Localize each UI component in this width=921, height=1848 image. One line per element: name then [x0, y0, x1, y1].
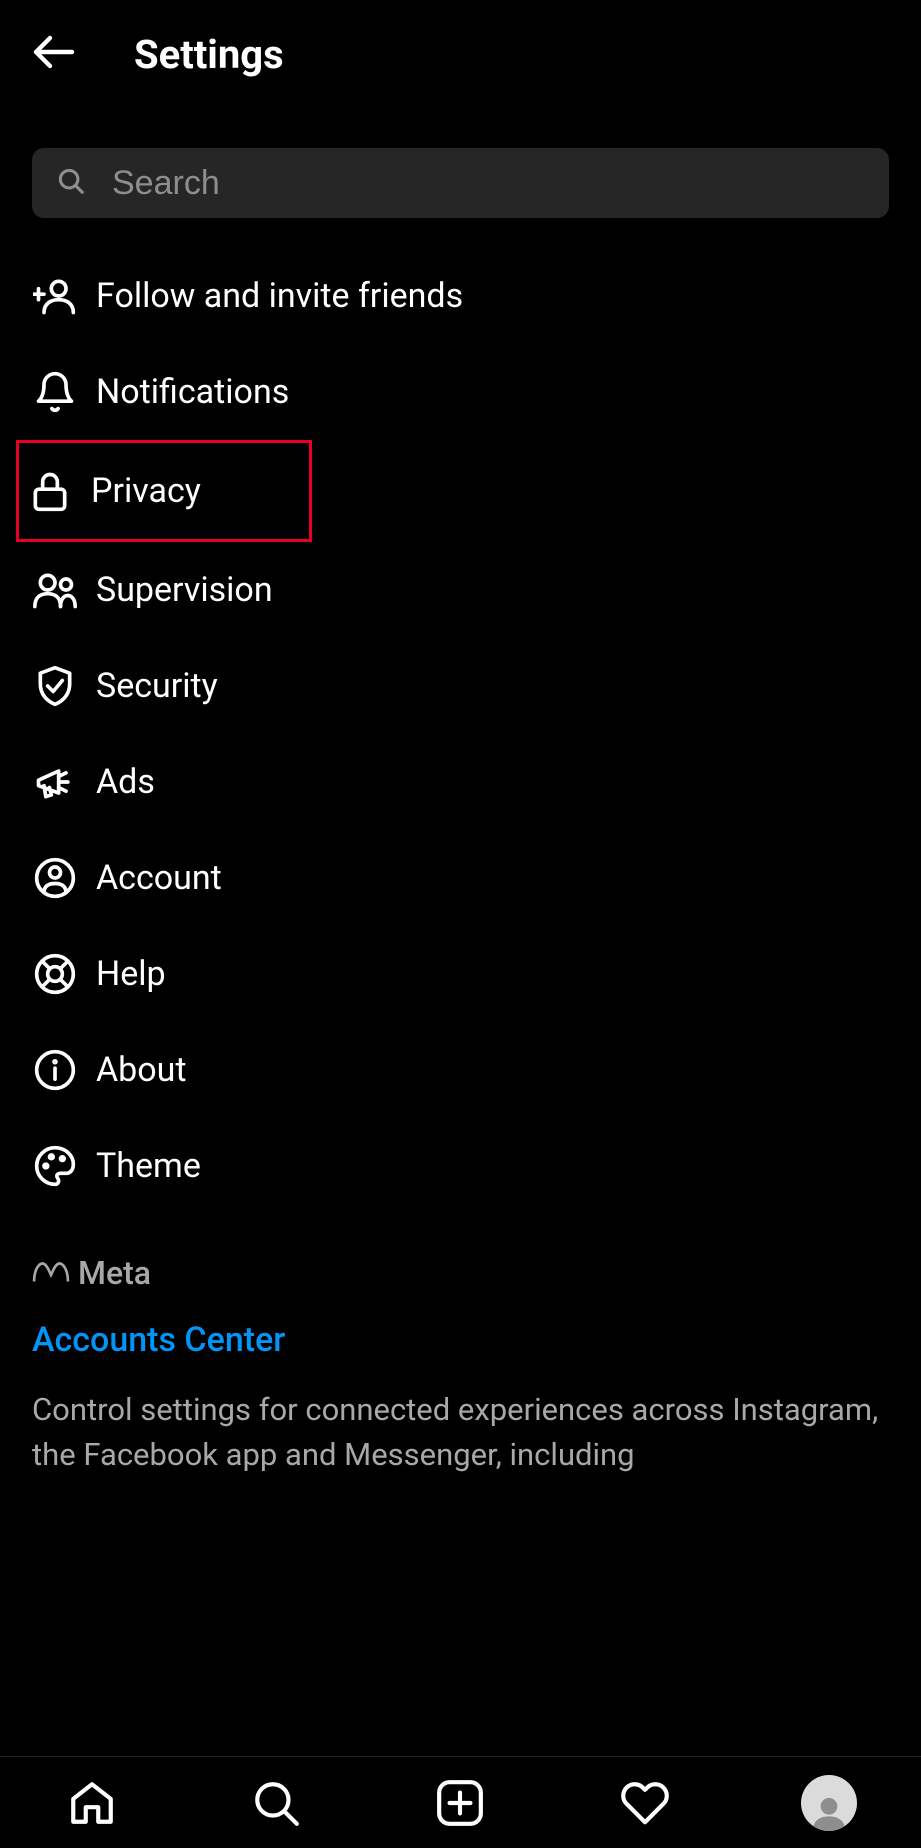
palette-icon — [32, 1143, 78, 1189]
menu-item-privacy[interactable]: Privacy — [16, 440, 312, 542]
menu-label: Account — [96, 858, 222, 898]
avatar — [801, 1775, 857, 1831]
arrow-left-icon — [30, 28, 78, 76]
lock-icon — [27, 468, 73, 514]
user-circle-icon — [32, 855, 78, 901]
info-icon — [32, 1047, 78, 1093]
footer-description: Control settings for connected experienc… — [32, 1388, 889, 1478]
nav-home[interactable] — [64, 1775, 120, 1831]
settings-menu: Follow and invite friends Notifications … — [0, 228, 921, 1214]
nav-activity[interactable] — [617, 1775, 673, 1831]
meta-brand: Meta — [32, 1254, 889, 1292]
plus-square-icon — [435, 1778, 485, 1828]
megaphone-icon — [32, 759, 78, 805]
shield-icon — [32, 663, 78, 709]
menu-label: About — [96, 1050, 187, 1090]
search-icon — [56, 166, 86, 200]
bell-icon — [32, 369, 78, 415]
page-title: Settings — [134, 31, 284, 78]
nav-profile[interactable] — [801, 1775, 857, 1831]
heart-icon — [620, 1778, 670, 1828]
user-icon — [809, 1793, 849, 1831]
search-bar[interactable] — [32, 148, 889, 218]
menu-item-about[interactable]: About — [32, 1022, 889, 1118]
nav-search[interactable] — [248, 1775, 304, 1831]
bottom-nav — [0, 1756, 921, 1848]
menu-label: Follow and invite friends — [96, 276, 463, 316]
menu-item-supervision[interactable]: Supervision — [32, 542, 889, 638]
header: Settings — [0, 0, 921, 108]
people-icon — [32, 567, 78, 613]
menu-item-theme[interactable]: Theme — [32, 1118, 889, 1214]
menu-item-security[interactable]: Security — [32, 638, 889, 734]
menu-item-follow-invite[interactable]: Follow and invite friends — [32, 248, 889, 344]
add-user-icon — [32, 273, 78, 319]
back-button[interactable] — [30, 28, 78, 80]
menu-item-help[interactable]: Help — [32, 926, 889, 1022]
menu-label: Security — [96, 666, 218, 706]
footer-section: Meta Accounts Center Control settings fo… — [0, 1214, 921, 1478]
accounts-center-link[interactable]: Accounts Center — [32, 1320, 889, 1360]
menu-item-notifications[interactable]: Notifications — [32, 344, 889, 440]
menu-label: Ads — [96, 762, 155, 802]
menu-label: Supervision — [96, 570, 273, 610]
menu-label: Notifications — [96, 372, 289, 412]
menu-item-ads[interactable]: Ads — [32, 734, 889, 830]
menu-item-account[interactable]: Account — [32, 830, 889, 926]
nav-create[interactable] — [432, 1775, 488, 1831]
help-icon — [32, 951, 78, 997]
home-icon — [67, 1778, 117, 1828]
menu-label: Privacy — [91, 471, 201, 511]
search-icon — [251, 1778, 301, 1828]
meta-brand-text: Meta — [78, 1254, 151, 1292]
menu-label: Help — [96, 954, 166, 994]
meta-logo-icon — [32, 1260, 70, 1286]
menu-label: Theme — [96, 1146, 201, 1186]
search-input[interactable] — [112, 164, 865, 203]
